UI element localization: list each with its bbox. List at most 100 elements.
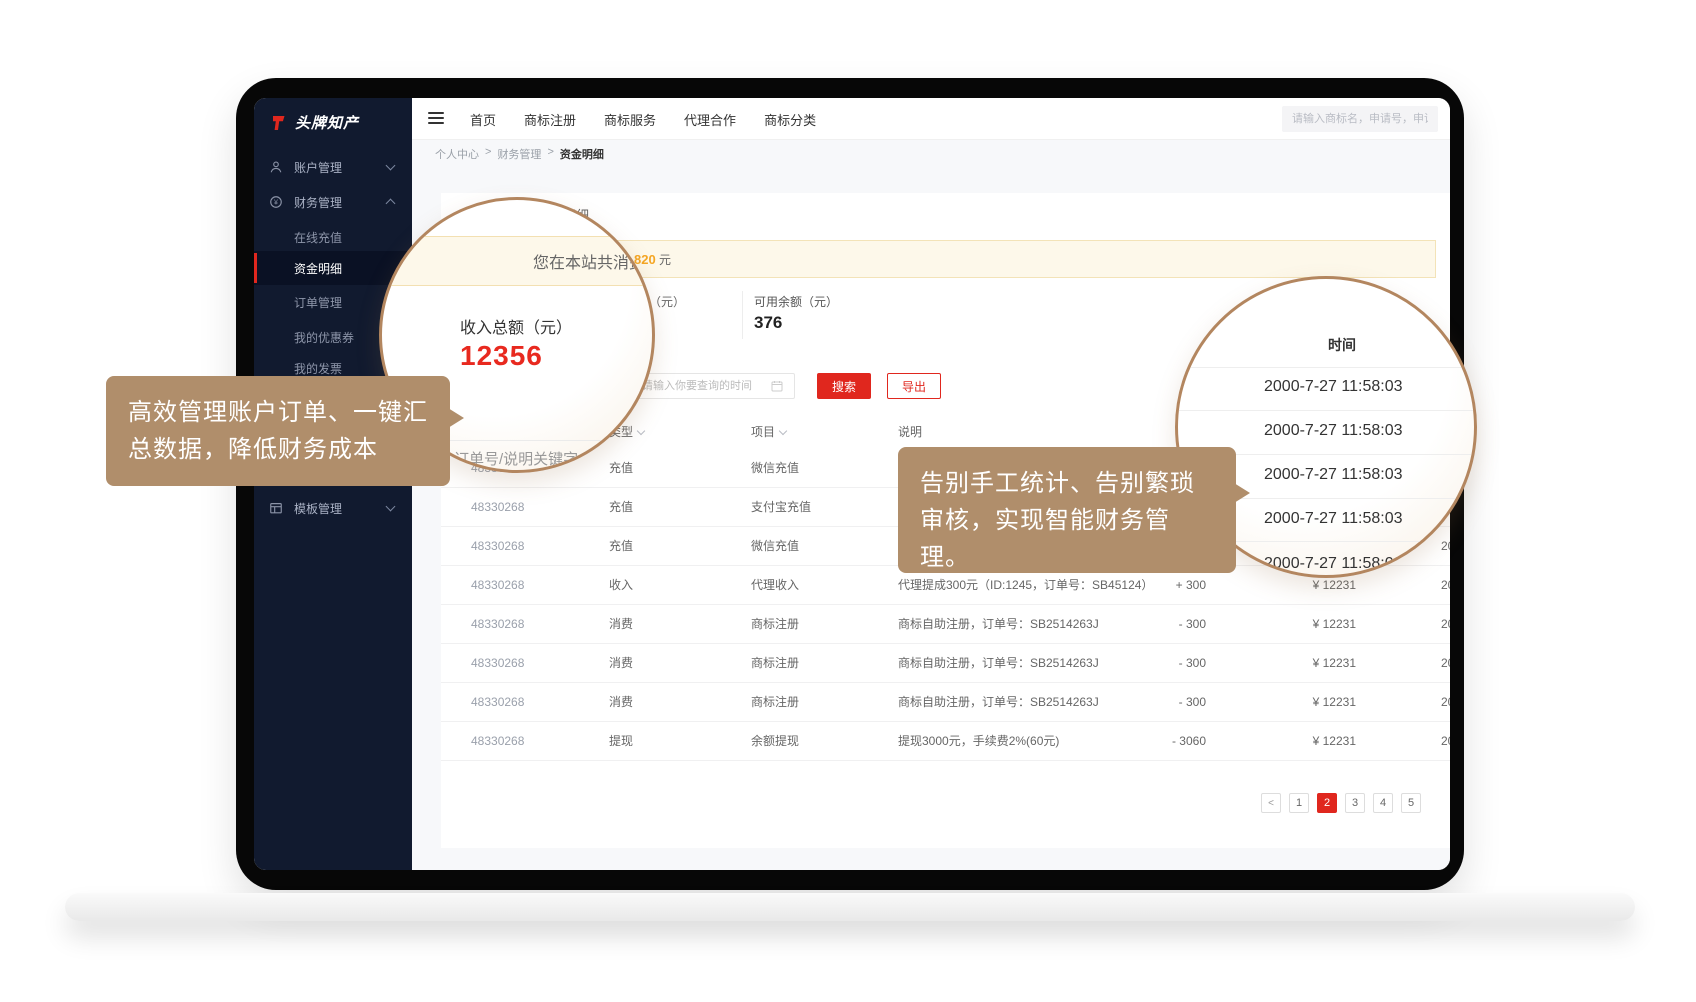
magnified-time: 2000-7-27 11:58:03 <box>1264 510 1402 528</box>
cell-order: 48330268 <box>471 566 524 605</box>
cell-item: 微信充值 <box>751 527 799 566</box>
cell-type: 消费 <box>609 605 633 644</box>
table-row: 48330268 消费 商标注册 商标自助注册，订单号：SB2514263J -… <box>441 683 1450 722</box>
magnified-input-edge <box>437 440 652 441</box>
cell-type: 充值 <box>609 449 633 488</box>
table-row: 48330268 提现 余额提现 提现3000元，手续费2%(60元) - 30… <box>441 722 1450 761</box>
nav-tab-trademark-register[interactable]: 商标注册 <box>524 110 576 129</box>
cell-type: 提现 <box>609 722 633 761</box>
cell-balance: ¥ 12231 <box>1241 683 1356 722</box>
cell-time: 2000-7-27 11:58:03 <box>1441 605 1450 644</box>
cell-amount: - 300 <box>1091 644 1206 683</box>
cell-balance: ¥ 12231 <box>1241 644 1356 683</box>
magnified-time-header: 时间 <box>1328 335 1356 355</box>
callout-arrow-icon <box>448 408 464 428</box>
search-button[interactable]: 搜索 <box>817 373 871 399</box>
laptop-base <box>65 893 1635 921</box>
stat-divider <box>742 291 743 339</box>
balance-label: 可用余额（元） <box>754 293 838 310</box>
row-divider <box>1178 367 1474 368</box>
magnified-keyword-placeholder: 订单号/说明关键字 <box>454 448 578 469</box>
nav-tab-agent-cooperation[interactable]: 代理合作 <box>684 110 736 129</box>
cell-time: 2000-7-27 11:58:03 <box>1441 527 1450 566</box>
cell-order: 48330268 <box>471 722 524 761</box>
sidebar-item-account[interactable]: 账户管理 <box>254 150 412 184</box>
trademark-search-input[interactable] <box>1282 106 1438 132</box>
magnified-time: 2000-7-27 11:58:03 <box>1264 378 1402 396</box>
cell-item: 余额提现 <box>751 722 799 761</box>
sort-caret-icon <box>779 427 787 435</box>
cell-item: 代理收入 <box>751 566 799 605</box>
sidebar-item-finance[interactable]: ¥ 财务管理 <box>254 185 412 219</box>
callout-right-text: 告别手工统计、告别繁琐审核，实现智能财务管理。 <box>920 470 1195 571</box>
svg-text:¥: ¥ <box>274 200 278 207</box>
breadcrumb-separator: > <box>485 146 491 162</box>
cell-order: 48330268 <box>471 527 524 566</box>
breadcrumb-bar: 个人中心 > 财务管理 > 资金明细 <box>412 140 1450 168</box>
hamburger-menu-icon[interactable] <box>428 112 444 124</box>
cell-amount: - 300 <box>1091 683 1206 722</box>
pagination-page-3[interactable]: 3 <box>1345 793 1365 813</box>
header-item[interactable]: 项目 <box>751 415 786 449</box>
cell-item: 微信充值 <box>751 449 799 488</box>
magnified-time: 2000-7-27 11:58:03 <box>1264 422 1402 440</box>
top-nav: 首页 商标注册 商标服务 代理合作 商标分类 <box>412 98 1450 140</box>
breadcrumb-item[interactable]: 个人中心 <box>435 146 479 162</box>
user-icon <box>268 159 284 175</box>
breadcrumb: 个人中心 > 财务管理 > 资金明细 <box>435 146 604 162</box>
nav-tab-home[interactable]: 首页 <box>470 110 496 129</box>
pagination: < 1 2 3 4 5 <box>1261 793 1421 813</box>
balance-value: 376 <box>754 313 782 333</box>
nav-tab-trademark-category[interactable]: 商标分类 <box>764 110 816 129</box>
chevron-up-icon <box>386 199 396 209</box>
nav-tab-trademark-service[interactable]: 商标服务 <box>604 110 656 129</box>
cell-time: 2000-7-27 11:58:03 <box>1441 566 1450 605</box>
cell-type: 充值 <box>609 488 633 527</box>
cell-item: 商标注册 <box>751 605 799 644</box>
cell-type: 消费 <box>609 644 633 683</box>
sidebar-item-label: 财务管理 <box>294 194 342 211</box>
chevron-down-icon <box>386 502 396 512</box>
cell-type: 消费 <box>609 683 633 722</box>
cell-amount: - 300 <box>1091 605 1206 644</box>
table-row: 48330268 消费 商标注册 商标自助注册，订单号：SB2514263J -… <box>441 644 1450 683</box>
magnified-time: 2000-7-27 11:58:03 <box>1264 555 1402 573</box>
nav-tabs: 首页 商标注册 商标服务 代理合作 商标分类 <box>470 98 816 140</box>
sort-caret-icon <box>637 427 645 435</box>
pagination-page-5[interactable]: 5 <box>1401 793 1421 813</box>
cell-type: 收入 <box>609 566 633 605</box>
cell-order: 48330268 <box>471 488 524 527</box>
breadcrumb-separator: > <box>547 146 553 162</box>
cell-item: 商标注册 <box>751 644 799 683</box>
stage: 头牌知产 账户管理 ¥ 财务管理 在线充值 资金明细 <box>0 0 1696 1002</box>
brand-logo[interactable]: 头牌知产 <box>270 112 359 133</box>
cell-balance: ¥ 12231 <box>1241 722 1356 761</box>
callout-left: 高效管理账户订单、一键汇总数据，降低财务成本 <box>106 376 450 486</box>
pagination-page-2[interactable]: 2 <box>1317 793 1337 813</box>
cell-order: 48330268 <box>471 605 524 644</box>
callout-right: 告别手工统计、告别繁琐审核，实现智能财务管理。 <box>898 447 1236 573</box>
sidebar-item-label: 账户管理 <box>294 159 342 176</box>
chevron-down-icon <box>386 161 396 171</box>
row-divider <box>1178 410 1474 411</box>
export-button[interactable]: 导出 <box>887 373 941 399</box>
callout-arrow-icon <box>1234 483 1250 503</box>
breadcrumb-current: 资金明细 <box>560 146 604 162</box>
sidebar-item-label: 模板管理 <box>294 500 342 517</box>
pagination-prev-button[interactable]: < <box>1261 793 1281 813</box>
magnified-income-value: 12356 <box>460 340 543 372</box>
pagination-page-1[interactable]: 1 <box>1289 793 1309 813</box>
cell-time: 2000-7-27 11:58:03 <box>1441 644 1450 683</box>
cell-desc: 商标自助注册，订单号：SB2514263J <box>898 605 1099 644</box>
cell-balance: ¥ 12231 <box>1241 605 1356 644</box>
breadcrumb-item[interactable]: 财务管理 <box>497 146 541 162</box>
pagination-page-4[interactable]: 4 <box>1373 793 1393 813</box>
sidebar-item-templates[interactable]: 模板管理 <box>254 491 412 525</box>
callout-left-text: 高效管理账户订单、一键汇总数据，降低财务成本 <box>128 399 428 463</box>
template-icon <box>268 500 284 516</box>
calendar-icon[interactable] <box>771 380 783 392</box>
cell-amount: - 3060 <box>1091 722 1206 761</box>
magnified-income-label: 收入总额（元） <box>460 314 572 338</box>
cell-item: 商标注册 <box>751 683 799 722</box>
cell-order: 48330268 <box>471 683 524 722</box>
